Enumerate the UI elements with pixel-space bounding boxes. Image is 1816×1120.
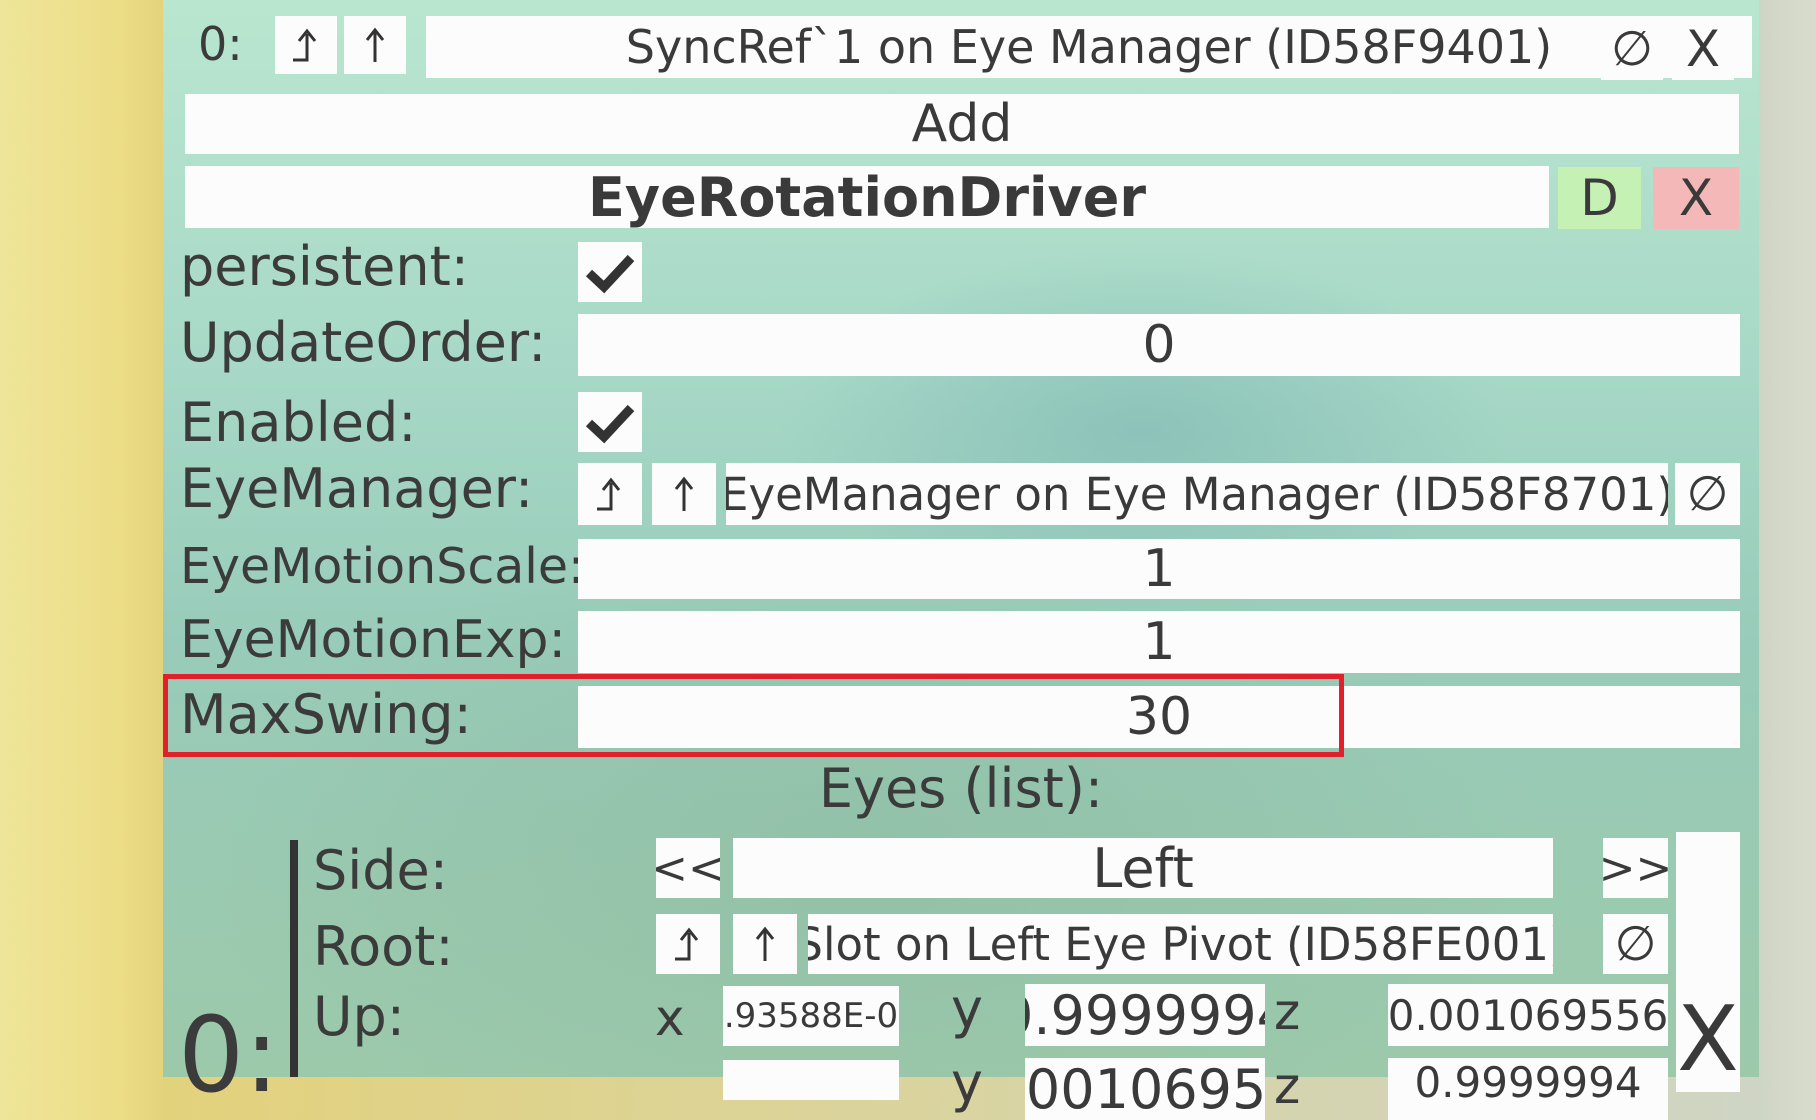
up-z-field[interactable]: 0.001069556 <box>1388 984 1668 1046</box>
up-y-field[interactable]: 0.9999994 <box>1025 984 1265 1046</box>
jump-to-source-icon[interactable] <box>578 463 642 525</box>
checkmark-icon <box>585 254 635 294</box>
up-arrow-icon[interactable] <box>344 16 406 74</box>
remove-sync-ref-button[interactable]: X <box>1672 18 1734 80</box>
up-arrow-icon[interactable] <box>652 463 716 525</box>
eye-manager-label: EyeManager: <box>180 456 534 520</box>
eye-item-index: 0: <box>178 994 280 1116</box>
side-label: Side: <box>313 838 448 902</box>
max-swing-highlight <box>163 674 1344 757</box>
side-next-button[interactable]: >> <box>1603 838 1668 898</box>
update-order-field[interactable]: 0 <box>578 314 1740 376</box>
next-row-y-field[interactable]: -0.001069556 <box>1025 1058 1265 1120</box>
eye-motion-exp-field[interactable]: 1 <box>578 611 1740 673</box>
up-label: Up: <box>313 984 405 1048</box>
up-arrow-icon[interactable] <box>733 914 797 974</box>
jump-to-source-icon[interactable] <box>656 914 720 974</box>
enabled-checkbox[interactable] <box>578 392 642 452</box>
next-row-z-field[interactable]: 0.9999994 <box>1388 1058 1668 1120</box>
remove-eye-item-button[interactable]: X <box>1676 832 1740 1092</box>
jump-to-source-icon[interactable] <box>275 16 337 74</box>
eye-item-bracket <box>290 840 298 1077</box>
up-x-label: x <box>655 989 685 1047</box>
duplicate-component-button[interactable]: D <box>1558 167 1641 229</box>
add-button[interactable]: Add <box>185 94 1739 154</box>
inspector-panel: 0: SyncRef`1 on Eye Manager (ID58F9401) … <box>163 0 1759 1120</box>
persistent-label: persistent: <box>180 234 469 298</box>
persistent-checkbox[interactable] <box>578 242 642 302</box>
eye-manager-reference-field[interactable]: EyeManager on Eye Manager (ID58F8701) <box>726 463 1668 525</box>
remove-component-button[interactable]: X <box>1653 167 1739 229</box>
clear-null-button[interactable]: ∅ <box>1601 18 1663 80</box>
next-row-z-label: z <box>1274 1057 1301 1115</box>
up-x-field[interactable]: 1.93588E-07 <box>723 986 899 1046</box>
next-row-y-label: y <box>951 1050 983 1114</box>
side-value-field[interactable]: Left <box>733 838 1553 898</box>
eye-motion-exp-label: EyeMotionExp: <box>180 610 567 670</box>
eye-motion-scale-label: EyeMotionScale: <box>180 537 585 595</box>
sync-ref-index: 0: <box>198 17 243 71</box>
root-clear-button[interactable]: ∅ <box>1603 914 1668 974</box>
eyes-list-title: Eyes (list): <box>818 756 1104 820</box>
side-prev-button[interactable]: << <box>656 838 720 898</box>
eye-motion-scale-field[interactable]: 1 <box>578 539 1740 599</box>
root-label: Root: <box>313 914 454 978</box>
next-row-x-field[interactable] <box>723 1060 899 1100</box>
up-y-label: y <box>951 976 983 1040</box>
component-name-header: EyeRotationDriver <box>185 166 1549 228</box>
eye-manager-clear-button[interactable]: ∅ <box>1675 463 1740 525</box>
update-order-label: UpdateOrder: <box>180 310 547 374</box>
checkmark-icon <box>585 404 635 444</box>
up-z-label: z <box>1274 983 1301 1041</box>
enabled-label: Enabled: <box>180 390 417 454</box>
sync-ref-target-field[interactable]: SyncRef`1 on Eye Manager (ID58F9401) <box>426 16 1752 78</box>
root-reference-field[interactable]: Slot on Left Eye Pivot (ID58FE001) <box>808 914 1553 974</box>
